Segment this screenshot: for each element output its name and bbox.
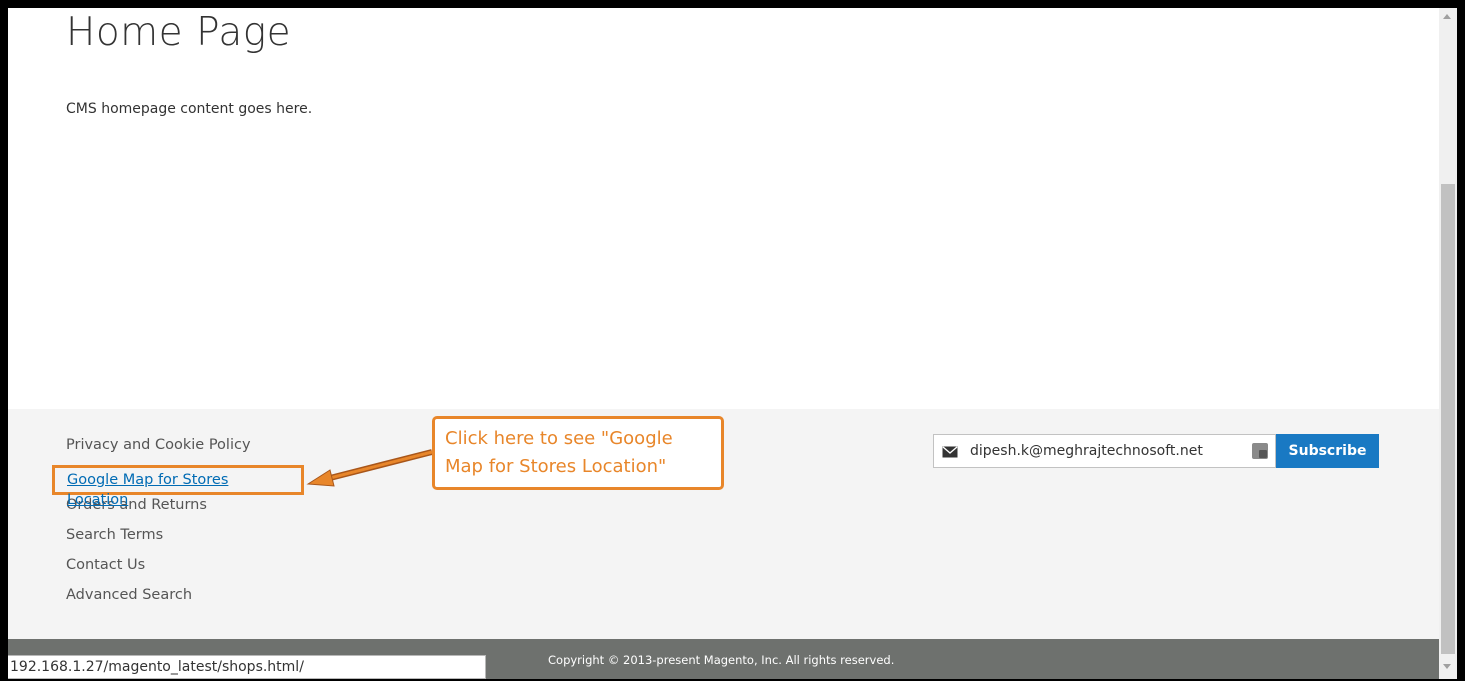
scrollbar-thumb[interactable]: [1441, 184, 1455, 654]
status-bar-url: 192.168.1.27/magento_latest/shops.html/: [8, 655, 486, 679]
browser-viewport: Home Page CMS homepage content goes here…: [8, 8, 1439, 679]
footer-link-contact-us[interactable]: Contact Us: [66, 555, 318, 585]
autofill-icon[interactable]: [1252, 443, 1268, 459]
subscribe-button[interactable]: Subscribe: [1276, 434, 1379, 468]
footer-links: Privacy and Cookie Policy Google Map for…: [52, 435, 318, 615]
footer-link-advanced-search[interactable]: Advanced Search: [66, 585, 318, 615]
page-title: Home Page: [66, 10, 292, 55]
cms-content: CMS homepage content goes here.: [66, 101, 313, 117]
scroll-up-icon[interactable]: [1443, 14, 1451, 19]
newsletter-form: Subscribe: [933, 434, 1379, 468]
vertical-scrollbar[interactable]: [1439, 8, 1457, 679]
copyright-text: Copyright © 2013-present Magento, Inc. A…: [548, 653, 895, 667]
footer-link-google-map[interactable]: Google Map for Stores Location: [52, 465, 304, 508]
newsletter-email-field[interactable]: [933, 434, 1276, 468]
scroll-down-icon[interactable]: [1443, 664, 1451, 669]
footer-link-privacy[interactable]: Privacy and Cookie Policy: [66, 435, 318, 465]
newsletter-email-input[interactable]: [970, 437, 1240, 465]
annotation-callout: Click here to see "Google Map for Stores…: [432, 416, 724, 490]
envelope-icon: [942, 446, 958, 458]
footer-link-search-terms[interactable]: Search Terms: [66, 525, 318, 555]
